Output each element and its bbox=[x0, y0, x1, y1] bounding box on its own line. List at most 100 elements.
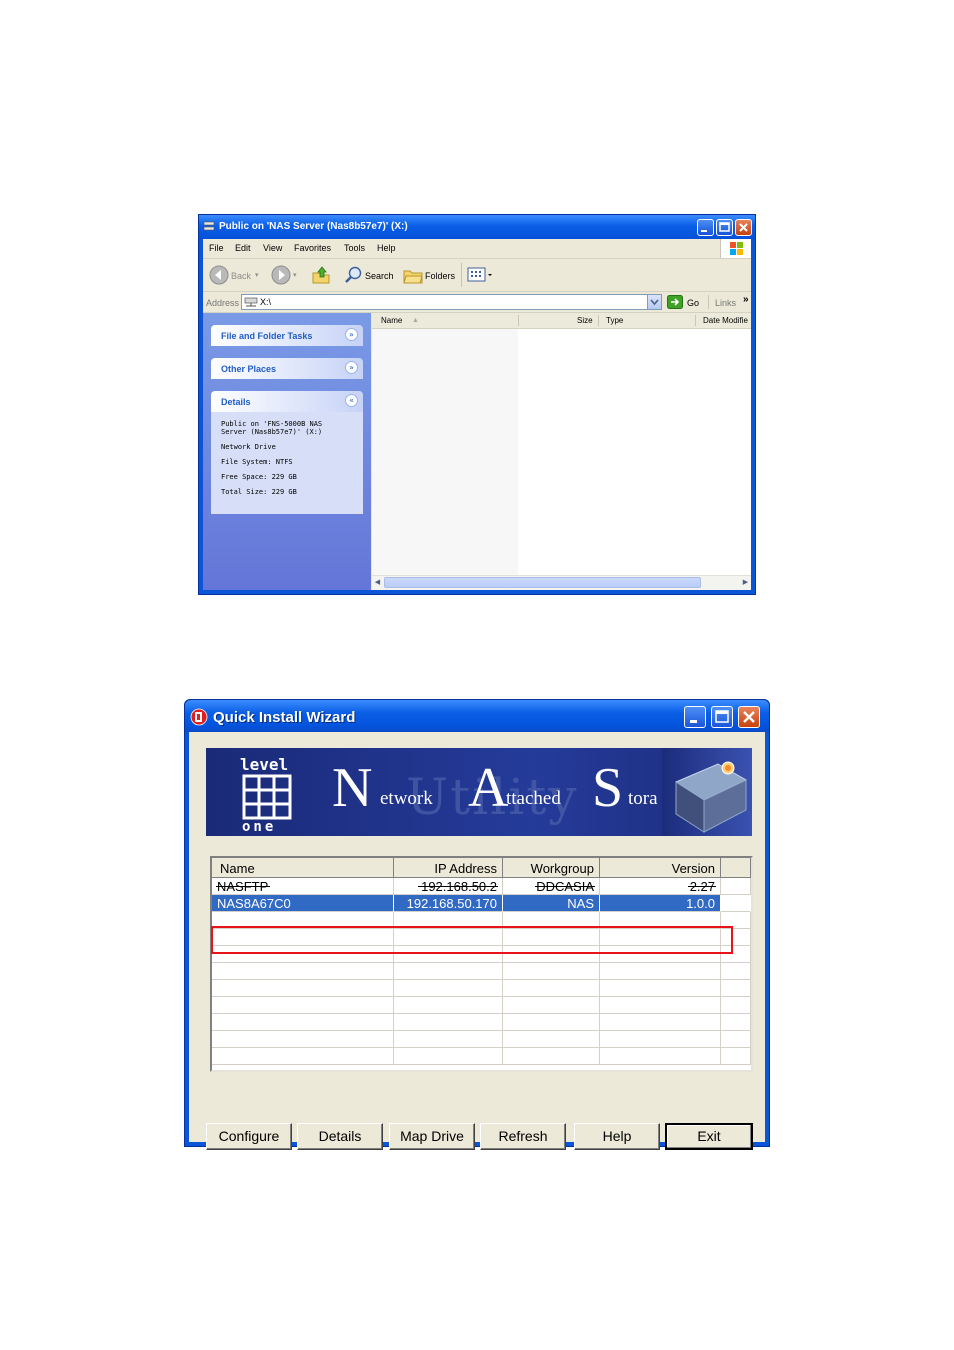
column-separator bbox=[518, 315, 519, 326]
minimize-button[interactable] bbox=[697, 219, 714, 236]
empty-cell bbox=[394, 1014, 503, 1031]
map-drive-button[interactable]: Map Drive bbox=[389, 1123, 475, 1150]
wizard-maximize-button[interactable] bbox=[711, 706, 733, 728]
column-header-name[interactable]: Name bbox=[212, 858, 394, 878]
strike-line bbox=[216, 886, 270, 887]
address-input[interactable]: X:\ bbox=[241, 294, 662, 310]
empty-row bbox=[212, 1048, 751, 1065]
menu-tools[interactable]: Tools bbox=[344, 243, 365, 253]
wizard-close-button[interactable] bbox=[738, 706, 760, 728]
banner-letter-a: A bbox=[468, 757, 509, 819]
wizard-title-bar[interactable]: Quick Install Wizard bbox=[185, 700, 769, 732]
explorer-client: File Edit View Favorites Tools Help Back… bbox=[203, 239, 751, 590]
close-icon bbox=[739, 223, 748, 232]
column-header-filler bbox=[721, 858, 751, 878]
maximize-icon bbox=[719, 222, 730, 232]
column-header-version[interactable]: Version bbox=[600, 858, 721, 878]
empty-cell bbox=[600, 997, 721, 1014]
empty-cell bbox=[212, 1031, 394, 1048]
help-button[interactable]: Help bbox=[574, 1123, 660, 1150]
wizard-minimize-button[interactable] bbox=[684, 706, 706, 728]
app-icon bbox=[190, 708, 208, 726]
column-header-workgroup[interactable]: Workgroup bbox=[503, 858, 600, 878]
cell-filler bbox=[721, 878, 751, 895]
empty-cell bbox=[394, 963, 503, 980]
empty-row bbox=[212, 980, 751, 997]
explorer-window: Public on 'NAS Server (Nas8b57e7)' (X:) … bbox=[198, 214, 756, 595]
close-icon bbox=[743, 711, 755, 723]
other-places-header[interactable]: Other Places » bbox=[211, 358, 363, 379]
go-button[interactable]: Go bbox=[687, 298, 699, 308]
horizontal-scrollbar[interactable]: ◀ ▶ bbox=[372, 575, 751, 590]
cell-ip: 192.168.50.2 bbox=[394, 878, 503, 895]
refresh-button[interactable]: Refresh bbox=[480, 1123, 566, 1150]
scroll-left-icon[interactable]: ◀ bbox=[372, 577, 383, 588]
search-icon bbox=[345, 266, 362, 283]
quick-install-wizard-window: Quick Install Wizard level one Utility N… bbox=[184, 699, 770, 1150]
menu-view[interactable]: View bbox=[263, 243, 282, 253]
menu-file[interactable]: File bbox=[209, 243, 224, 253]
menu-favorites[interactable]: Favorites bbox=[294, 243, 331, 253]
column-type[interactable]: Type bbox=[606, 316, 623, 325]
details-drive-name: Public on 'FNS-5000B NAS Server (Nas8b57… bbox=[221, 420, 323, 436]
table-row-selected[interactable]: NAS8A67C0 192.168.50.170 NAS 1.0.0 bbox=[212, 895, 751, 912]
empty-cell bbox=[503, 1048, 600, 1065]
column-header-ip-address[interactable]: IP Address bbox=[394, 858, 503, 878]
scroll-right-icon[interactable]: ▶ bbox=[740, 577, 751, 588]
links-label[interactable]: Links bbox=[715, 298, 736, 308]
standard-toolbar: Back ▾ ▾ Search Folders bbox=[203, 259, 751, 292]
configure-button[interactable]: Configure bbox=[206, 1123, 292, 1150]
empty-cell bbox=[600, 980, 721, 997]
back-button[interactable]: Back ▾ bbox=[207, 259, 263, 291]
scroll-thumb[interactable] bbox=[384, 577, 701, 588]
name-column-background bbox=[372, 329, 518, 576]
forward-button[interactable]: ▾ bbox=[269, 259, 303, 291]
empty-cell bbox=[600, 1031, 721, 1048]
maximize-button[interactable] bbox=[716, 219, 733, 236]
up-button[interactable] bbox=[309, 259, 335, 291]
nas-server-list[interactable]: Name IP Address Workgroup Version NASFTP… bbox=[210, 856, 753, 1072]
expand-chevron-icon[interactable]: » bbox=[345, 328, 358, 341]
column-headers: Name ▲ Size Type Date Modifie bbox=[372, 313, 751, 329]
address-label: Address bbox=[206, 298, 240, 308]
minimize-icon bbox=[690, 720, 697, 723]
collapse-chevron-icon[interactable]: » bbox=[345, 394, 358, 407]
links-more-chevron[interactable]: » bbox=[743, 294, 749, 305]
cell-ip: 192.168.50.170 bbox=[394, 895, 503, 912]
cell-name: NASFTP bbox=[212, 878, 394, 895]
minimize-icon bbox=[701, 230, 707, 232]
column-date-modified[interactable]: Date Modifie bbox=[703, 316, 748, 325]
folders-icon bbox=[403, 270, 423, 284]
empty-cell bbox=[721, 1031, 751, 1048]
empty-cell bbox=[721, 997, 751, 1014]
file-folder-tasks-header[interactable]: File and Folder Tasks » bbox=[211, 325, 363, 346]
go-arrow-icon[interactable] bbox=[667, 295, 683, 309]
table-row[interactable]: NASFTP 192.168.50.2 DDCASIA 2.27 bbox=[212, 878, 751, 895]
explorer-title-bar[interactable]: Public on 'NAS Server (Nas8b57e7)' (X:) bbox=[199, 215, 755, 239]
cell-text: NAS bbox=[567, 896, 594, 911]
cell-text: NAS8A67C0 bbox=[217, 896, 291, 911]
details-header[interactable]: Details » bbox=[211, 391, 363, 412]
file-list[interactable]: Name ▲ Size Type Date Modifie bbox=[372, 313, 751, 576]
column-name[interactable]: Name bbox=[381, 316, 402, 325]
search-button[interactable]: Search bbox=[341, 259, 395, 291]
expand-chevron-icon[interactable]: » bbox=[345, 361, 358, 374]
strike-line bbox=[688, 886, 716, 887]
empty-cell bbox=[394, 997, 503, 1014]
address-dropdown[interactable] bbox=[647, 295, 661, 309]
up-folder-icon bbox=[312, 266, 330, 284]
empty-cell bbox=[721, 980, 751, 997]
empty-cell bbox=[212, 1048, 394, 1065]
folders-button[interactable]: Folders bbox=[401, 259, 457, 291]
close-button[interactable] bbox=[735, 219, 752, 236]
column-size[interactable]: Size bbox=[577, 316, 593, 325]
menu-help[interactable]: Help bbox=[377, 243, 396, 253]
exit-button[interactable]: Exit bbox=[665, 1123, 753, 1150]
views-button[interactable] bbox=[465, 259, 495, 291]
menu-edit[interactable]: Edit bbox=[235, 243, 251, 253]
empty-cell bbox=[394, 980, 503, 997]
level-one-logo: level one bbox=[240, 755, 292, 832]
details-button[interactable]: Details bbox=[297, 1123, 383, 1150]
views-icon bbox=[467, 267, 492, 282]
column-separator bbox=[695, 315, 696, 326]
